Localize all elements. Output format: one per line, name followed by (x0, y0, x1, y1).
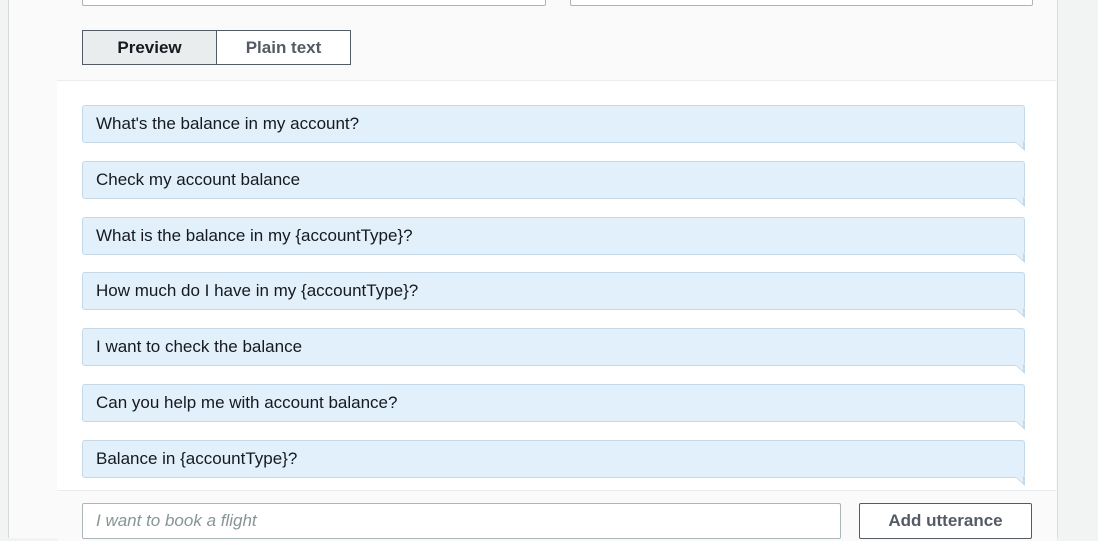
top-input-left[interactable] (82, 0, 546, 6)
view-tabs: Preview Plain text (82, 30, 351, 65)
speech-tail-inner (1016, 142, 1023, 148)
utterance-text: Can you help me with account balance? (96, 393, 398, 412)
utterance-item[interactable]: Balance in {accountType}? (82, 440, 1025, 486)
tab-preview[interactable]: Preview (82, 30, 217, 65)
utterance-text: How much do I have in my {accountType}? (96, 281, 419, 300)
top-input-right[interactable] (570, 0, 1033, 6)
utterance-item[interactable]: Check my account balance (82, 161, 1025, 207)
speech-tail-inner (1016, 309, 1023, 315)
utterance-item[interactable]: I want to check the balance (82, 328, 1025, 374)
speech-tail-inner (1016, 365, 1023, 371)
utterance-text: Balance in {accountType}? (96, 449, 298, 468)
utterance-item[interactable]: Can you help me with account balance? (82, 384, 1025, 430)
utterance-text: I want to check the balance (96, 337, 303, 356)
tab-plain-text[interactable]: Plain text (217, 30, 351, 65)
add-utterance-button[interactable]: Add utterance (859, 503, 1032, 539)
new-utterance-input[interactable] (82, 503, 841, 539)
speech-tail-inner (1016, 421, 1023, 427)
utterance-text: What's the balance in my account? (96, 114, 360, 133)
speech-tail-inner (1016, 198, 1023, 204)
utterance-text: Check my account balance (96, 170, 301, 189)
speech-tail-inner (1016, 477, 1023, 483)
utterance-list: What's the balance in my account? Check … (57, 80, 1056, 491)
utterance-text: What is the balance in my {accountType}? (96, 226, 413, 245)
utterance-item[interactable]: What's the balance in my account? (82, 105, 1025, 151)
utterance-item[interactable]: How much do I have in my {accountType}? (82, 272, 1025, 318)
speech-tail-inner (1016, 254, 1023, 260)
utterance-item[interactable]: What is the balance in my {accountType}? (82, 217, 1025, 263)
